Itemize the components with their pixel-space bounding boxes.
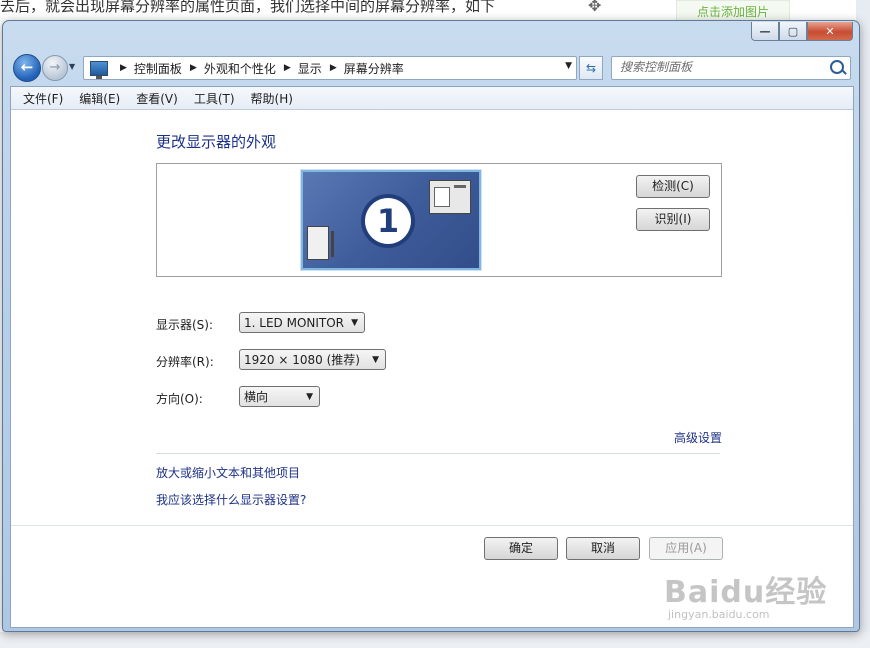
breadcrumb-item[interactable]: ▶ 显示 [276,60,322,77]
caption-buttons: — ▢ ✕ [751,22,853,42]
control-panel-icon [90,60,108,79]
menu-tools[interactable]: 工具(T) [186,90,243,107]
refresh-icon[interactable]: ⇆ [579,56,603,80]
maximize-button[interactable]: ▢ [779,22,807,41]
monitor-number: 1 [365,198,411,244]
chevron-down-icon: ▼ [372,355,379,365]
identify-button[interactable]: 识别(I) [636,208,710,231]
ok-button[interactable]: 确定 [484,537,558,560]
footer-divider [11,525,853,526]
menu-file[interactable]: 文件(F) [15,90,71,107]
display-select-value: 1. LED MONITOR [244,316,345,330]
breadcrumb-separator-icon[interactable]: ▶ [330,63,337,73]
divider [156,453,720,454]
search-icon[interactable] [830,60,844,74]
resolution-select-value: 1920 × 1080 (推荐) [244,353,360,367]
back-arrow-icon[interactable]: ← [13,54,41,82]
breadcrumb-separator-icon[interactable]: ▶ [120,63,127,73]
text-size-link[interactable]: 放大或缩小文本和其他项目 [156,464,300,481]
page-title: 更改显示器的外观 [156,133,277,151]
breadcrumb-separator-icon[interactable]: ▶ [284,63,291,73]
orientation-label: 方向(O): [156,392,203,406]
menu-view[interactable]: 查看(V) [128,90,186,107]
breadcrumb-item[interactable]: ▶ 外观和个性化 [182,60,276,77]
breadcrumb-item[interactable]: ▶ 屏幕分辨率 [322,60,404,77]
document-thumbnail-icon [307,226,334,260]
menu-help[interactable]: 帮助(H) [243,90,301,107]
resolution-select[interactable]: 1920 × 1080 (推荐) ▼ [239,349,386,370]
address-dropdown-icon[interactable]: ▼ [565,61,572,71]
display-select[interactable]: 1. LED MONITOR ▼ [239,312,365,333]
forward-arrow-icon[interactable]: → [42,55,68,81]
which-settings-link[interactable]: 我应该选择什么显示器设置? [156,491,306,508]
search-input[interactable] [612,57,820,77]
breadcrumb-item[interactable]: ▶ 控制面板 [112,60,182,77]
display-label: 显示器(S): [156,318,214,332]
menu-bar: 文件(F) 编辑(E) 查看(V) 工具(T) 帮助(H) [11,87,853,110]
screen-resolution-window: — ▢ ✕ ← → ▼ ▶ 控制面板 ▶ 外观和个性化 ▶ 显示 ▶ 屏幕分辨率 ▼ ⇆… [2,20,860,632]
cancel-button[interactable]: 取消 [566,537,640,560]
advanced-settings-link[interactable]: 高级设置 [674,429,722,446]
orientation-select[interactable]: 横向 ▼ [239,386,320,407]
menu-edit[interactable]: 编辑(E) [71,90,128,107]
monitor-1-tile[interactable]: 1 [301,170,481,270]
orientation-select-value: 横向 [244,390,269,404]
apply-button[interactable]: 应用(A) [649,537,723,560]
monitor-layout-panel: 1 检测(C) 识别(I) [156,163,722,277]
close-button[interactable]: ✕ [807,22,853,41]
search-box [611,56,851,80]
breadcrumb[interactable]: ▶ 控制面板 ▶ 外观和个性化 ▶ 显示 ▶ 屏幕分辨率 ▼ [83,56,577,80]
chevron-down-icon: ▼ [306,392,313,402]
baidu-watermark-url: jingyan.baidu.com [668,608,770,621]
minimize-button[interactable]: — [751,22,779,41]
resolution-label: 分辨率(R): [156,355,214,369]
recent-pages-dropdown-icon[interactable]: ▼ [69,62,79,72]
baidu-watermark-logo: Baidu经验 [664,575,828,610]
breadcrumb-separator-icon[interactable]: ▶ [190,63,197,73]
address-bar: ← → ▼ ▶ 控制面板 ▶ 外观和个性化 ▶ 显示 ▶ 屏幕分辨率 ▼ ⇆ [11,54,851,82]
window-thumbnail-icon [429,180,471,214]
background-bottom-strip [0,632,870,648]
content-area: 文件(F) 编辑(E) 查看(V) 工具(T) 帮助(H) 更改显示器的外观 1… [10,86,854,628]
chevron-down-icon: ▼ [351,318,358,328]
move-icon: ✥ [588,0,602,15]
detect-button[interactable]: 检测(C) [636,175,710,198]
